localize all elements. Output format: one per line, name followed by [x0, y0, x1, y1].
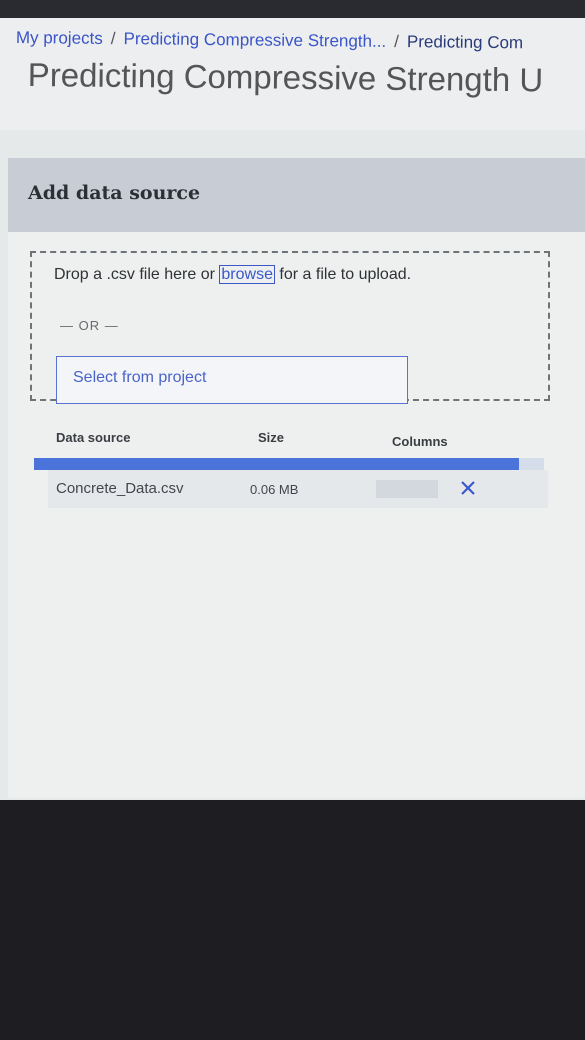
or-divider: — OR —	[60, 318, 119, 333]
file-size: 0.06 MB	[250, 482, 299, 497]
panel-header: Add data source	[8, 158, 585, 232]
select-from-project-label: Select from project	[73, 369, 207, 386]
app-screen: My projects / Predicting Compressive Stren…	[0, 0, 585, 800]
breadcrumb-item-my-projects[interactable]: My projects	[16, 28, 103, 48]
drop-instructions: Drop a .csv file here or browse for a fi…	[54, 263, 424, 287]
drop-text-before: Drop a .csv file here or	[54, 266, 220, 283]
breadcrumb-separator: /	[110, 28, 116, 49]
file-name: Concrete_Data.csv	[56, 480, 184, 497]
panel-title: Add data source	[28, 182, 201, 204]
upload-progress-fill	[34, 458, 519, 470]
add-data-source-panel: Add data source Drop a .csv file here or…	[8, 158, 585, 798]
select-from-project-button[interactable]: Select from project	[56, 356, 408, 404]
breadcrumb: My projects / Predicting Compressive Stren…	[16, 28, 523, 53]
monitor-bezel	[0, 800, 585, 1040]
table-row[interactable]: Concrete_Data.csv 0.06 MB	[48, 470, 548, 508]
browse-link[interactable]: browse	[219, 265, 275, 284]
breadcrumb-item-current[interactable]: Predicting Com	[407, 32, 523, 52]
columns-placeholder	[376, 480, 438, 498]
page-title: Predicting Compressive Strength U	[27, 56, 544, 99]
table-header: Data source Size Columns	[32, 426, 552, 450]
file-dropzone[interactable]: Drop a .csv file here or browse for a fi…	[30, 251, 550, 404]
column-header-data-source: Data source	[56, 430, 131, 445]
breadcrumb-separator: /	[394, 31, 400, 52]
drop-text-after: for a file to upload.	[274, 266, 412, 283]
page-header: My projects / Predicting Compressive Stren…	[0, 18, 585, 130]
top-bar	[0, 0, 585, 18]
column-header-columns: Columns	[392, 434, 448, 449]
upload-progress-bar	[34, 458, 544, 470]
column-header-size: Size	[258, 430, 285, 445]
close-icon[interactable]	[456, 476, 480, 500]
breadcrumb-item-project[interactable]: Predicting Compressive Strength...	[123, 29, 386, 51]
